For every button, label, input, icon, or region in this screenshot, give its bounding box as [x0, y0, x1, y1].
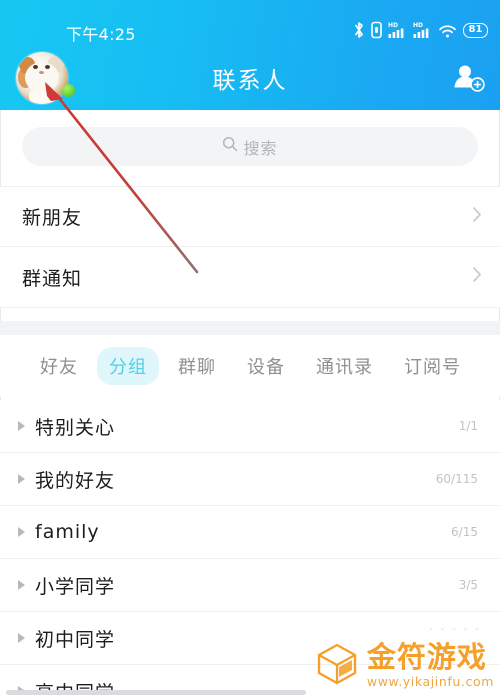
cube-logo-icon	[314, 640, 360, 691]
phone-screen: 下午4:25 HD HD 81 联系人 搜索 新朋友 群通知 好友 分组 群聊 …	[0, 0, 500, 695]
watermark-title: 金符游戏	[366, 640, 487, 675]
triangle-right-icon[interactable]	[18, 474, 25, 484]
list-item-group-notice[interactable]: 群通知	[0, 247, 500, 308]
app-header: 下午4:25 HD HD 81 联系人	[0, 0, 500, 110]
search-icon	[222, 136, 238, 157]
watermark: - - - - - 金符游戏 www.yikajinfu.com	[314, 622, 494, 691]
signal-hd-2-icon: HD	[413, 21, 432, 39]
group-row[interactable]: family 6/15	[0, 506, 500, 559]
group-count: 3/5	[458, 578, 478, 592]
wifi-icon	[438, 21, 457, 39]
entry-label: 新朋友	[22, 207, 83, 229]
group-name: 小学同学	[35, 575, 116, 598]
tab-friends[interactable]: 好友	[28, 347, 90, 385]
tab-groups[interactable]: 分组	[97, 347, 159, 385]
tab-subscriptions[interactable]: 订阅号	[392, 347, 473, 385]
search-input[interactable]: 搜索	[22, 127, 478, 166]
avatar[interactable]	[16, 52, 68, 104]
group-name: family	[35, 521, 100, 543]
tab-group-chats[interactable]: 群聊	[166, 347, 228, 385]
cat-face	[25, 62, 59, 93]
cat-eye-right	[45, 65, 50, 69]
battery-icon: 81	[463, 22, 488, 38]
tab-contacts[interactable]: 通讯录	[304, 347, 385, 385]
group-name: 特别关心	[35, 416, 116, 439]
tab-devices[interactable]: 设备	[235, 347, 297, 385]
add-contact-icon	[454, 65, 485, 92]
svg-text:HD: HD	[388, 22, 398, 29]
triangle-right-icon[interactable]	[18, 421, 25, 431]
group-row[interactable]: 小学同学 3/5	[0, 559, 500, 612]
chevron-right-icon	[472, 206, 482, 228]
group-count: 6/15	[451, 525, 478, 539]
bluetooth-icon	[353, 21, 365, 39]
search-placeholder: 搜索	[243, 138, 278, 158]
cat-avatar[interactable]	[16, 52, 68, 104]
triangle-right-icon[interactable]	[18, 527, 25, 537]
status-bar: 下午4:25 HD HD 81	[0, 0, 500, 46]
group-name: 初中同学	[35, 628, 116, 651]
group-row[interactable]: 特别关心 1/1	[0, 400, 500, 453]
group-name: 我的好友	[35, 469, 116, 492]
cat-nose	[39, 71, 44, 74]
watermark-dots: - - - - -	[429, 622, 481, 635]
add-contact-button[interactable]	[452, 62, 486, 94]
list-item-new-friends[interactable]: 新朋友	[0, 186, 500, 247]
nav-bar: 联系人	[0, 46, 500, 110]
watermark-url: www.yikajinfu.com	[366, 673, 494, 689]
cat-eye-left	[33, 65, 38, 69]
status-time: 下午4:25	[66, 25, 136, 44]
triangle-right-icon[interactable]	[18, 633, 25, 643]
watermark-text: 金符游戏 www.yikajinfu.com	[366, 640, 494, 689]
entry-list: 新朋友 群通知	[0, 186, 500, 308]
section-divider	[0, 321, 500, 335]
signal-hd-1-icon: HD	[388, 21, 407, 39]
entry-label: 群通知	[22, 267, 83, 290]
online-dot	[62, 84, 75, 97]
svg-text:HD: HD	[413, 22, 423, 29]
triangle-right-icon[interactable]	[18, 580, 25, 590]
bottom-scroll-indicator	[6, 690, 306, 695]
page-title: 联系人	[212, 68, 288, 94]
group-count: 1/1	[458, 419, 478, 433]
group-count: 60/115	[435, 472, 478, 486]
tab-bar: 好友 分组 群聊 设备 通讯录 订阅号	[0, 335, 500, 397]
nfc-icon	[371, 21, 382, 39]
group-row[interactable]: 我的好友 60/115	[0, 453, 500, 506]
chevron-right-icon	[472, 266, 482, 288]
status-icons: HD HD 81	[353, 19, 488, 41]
